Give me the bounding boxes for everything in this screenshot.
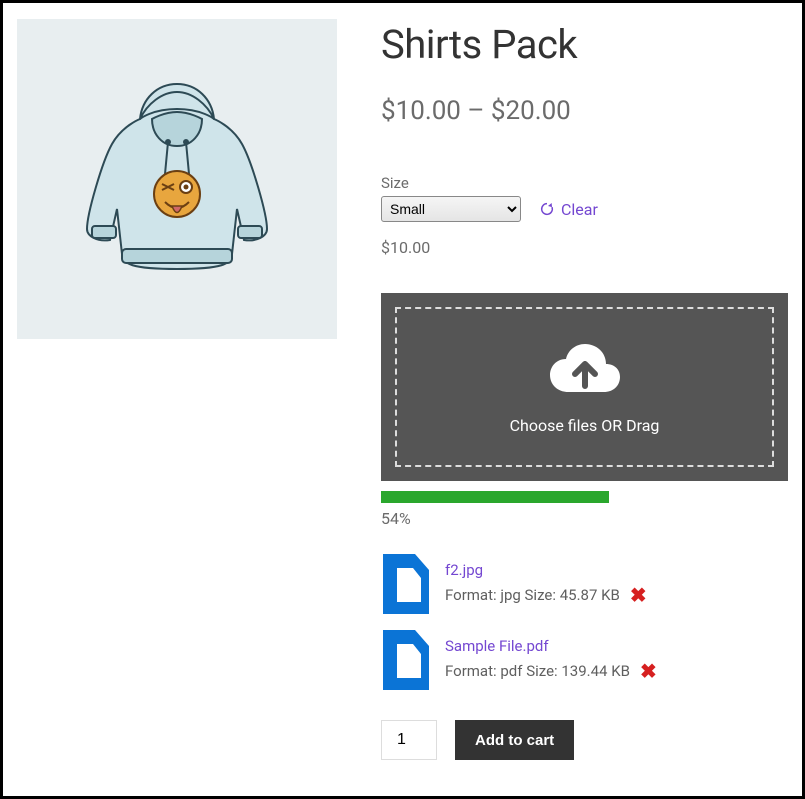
clear-selection-link[interactable]: Clear: [539, 200, 598, 219]
price-range: $10.00 – $20.00: [381, 96, 788, 126]
upload-progress-text: 54%: [381, 509, 788, 528]
product-title: Shirts Pack: [381, 21, 788, 68]
product-page: Shirts Pack $10.00 – $20.00 Size Small C…: [0, 0, 805, 799]
upload-prompt: Choose files OR Drag: [510, 416, 660, 435]
size-label: Size: [381, 174, 788, 192]
file-row: f2.jpg Format: jpg Size: 45.87 KB ✖: [381, 554, 788, 614]
quantity-stepper[interactable]: [381, 720, 437, 760]
file-delete-button[interactable]: ✖: [630, 585, 647, 605]
clear-label: Clear: [561, 200, 598, 219]
file-name-link[interactable]: f2.jpg: [445, 561, 483, 579]
file-format-size: Format: jpg Size: 45.87 KB: [445, 586, 620, 604]
file-format-size: Format: pdf Size: 139.44 KB: [445, 662, 630, 680]
upload-area: Choose files OR Drag: [381, 293, 788, 481]
upload-dropzone[interactable]: Choose files OR Drag: [395, 307, 774, 467]
selected-price: $10.00: [381, 238, 788, 257]
product-image[interactable]: [17, 19, 337, 339]
hoodie-illustration: [62, 64, 292, 294]
refresh-icon: [539, 201, 555, 217]
file-delete-button[interactable]: ✖: [640, 661, 657, 681]
upload-progress-bar: [381, 491, 609, 503]
cloud-upload-icon: [548, 340, 622, 398]
uploaded-files-list: f2.jpg Format: jpg Size: 45.87 KB ✖ Samp…: [381, 554, 788, 690]
file-name-link[interactable]: Sample File.pdf: [445, 637, 549, 655]
add-to-cart-button[interactable]: Add to cart: [455, 720, 574, 760]
file-row: Sample File.pdf Format: pdf Size: 139.44…: [381, 630, 788, 690]
size-select[interactable]: Small: [381, 196, 521, 222]
file-icon: [381, 554, 431, 614]
file-icon: [381, 630, 431, 690]
